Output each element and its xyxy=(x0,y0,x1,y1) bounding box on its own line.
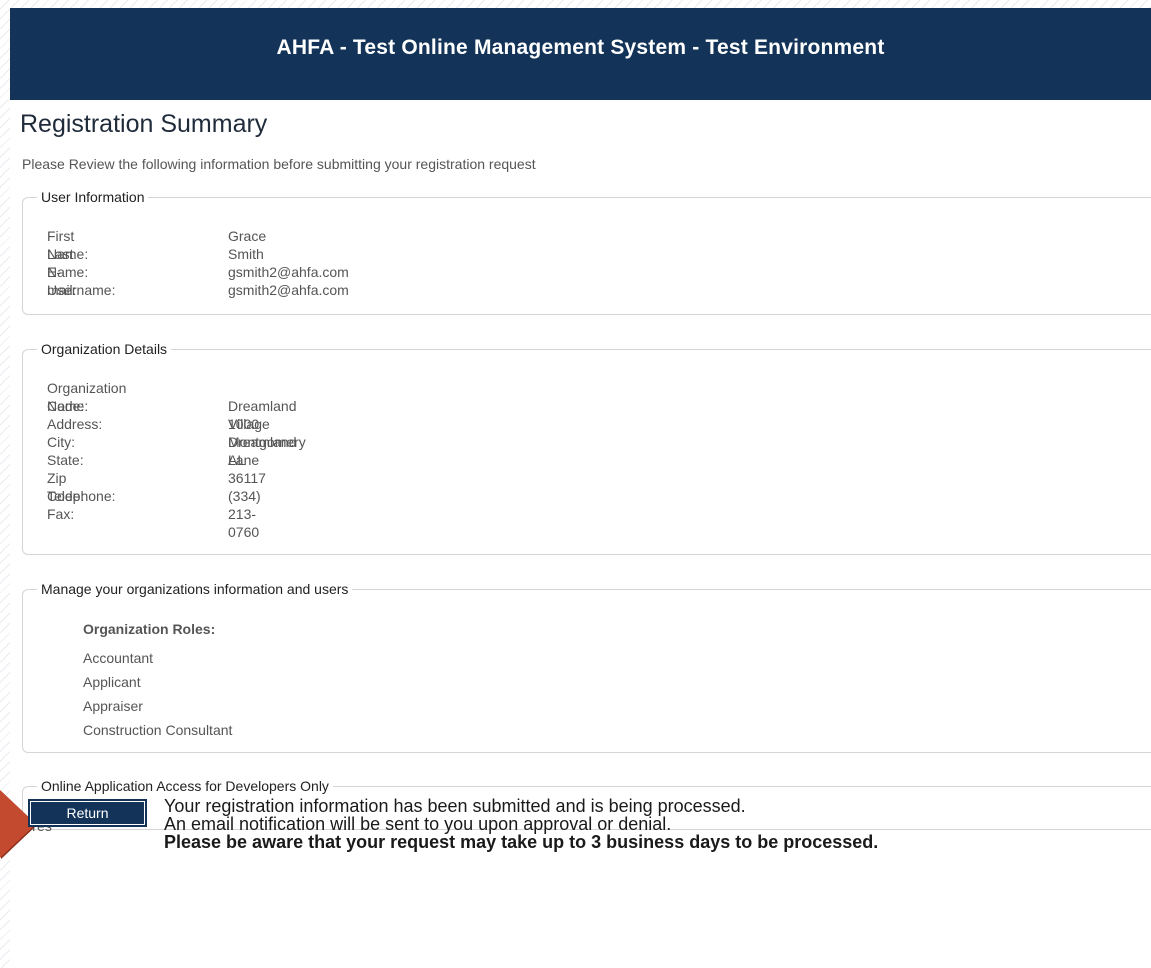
role-item: Accountant xyxy=(83,650,154,666)
role-item: Construction Consultant xyxy=(83,722,233,738)
username-value: gsmith2@ahfa.com xyxy=(228,282,349,298)
role-item: Applicant xyxy=(83,674,141,690)
developer-access-legend: Online Application Access for Developers… xyxy=(41,778,329,794)
message-line-notification: An email notification will be sent to yo… xyxy=(164,814,672,834)
last-name-value: Smith xyxy=(228,246,264,262)
telephone-value: (334) 213-0760 xyxy=(228,488,261,540)
submission-message: Your registration information has been s… xyxy=(164,797,878,851)
email-value: gsmith2@ahfa.com xyxy=(228,264,349,280)
zip-code-value: 36117 xyxy=(228,470,266,486)
org-name-label: Name: xyxy=(47,398,89,414)
app-header: AHFA - Test Online Management System - T… xyxy=(10,8,1151,100)
city-value: Montgomery xyxy=(228,434,306,450)
intro-text: Please Review the following information … xyxy=(22,156,536,172)
telephone-label: Telephone: xyxy=(47,488,116,504)
return-button[interactable]: Return xyxy=(28,799,147,827)
user-information-legend: User Information xyxy=(41,189,145,205)
state-value: AL xyxy=(228,452,246,468)
message-line-processing-time: Please be aware that your request may ta… xyxy=(164,832,879,852)
organization-details-legend: Organization Details xyxy=(41,341,168,357)
username-label: Username: xyxy=(47,282,116,298)
address-label: Address: xyxy=(47,416,103,432)
fax-label: Fax: xyxy=(47,506,75,522)
role-list: Accountant Applicant Appraiser Construct… xyxy=(83,649,232,745)
organization-details-section: Organization Details Organization Code: … xyxy=(22,341,1151,555)
organization-roles-legend: Manage your organizations information an… xyxy=(41,581,349,597)
message-line-submitted: Your registration information has been s… xyxy=(164,796,746,816)
role-item: Appraiser xyxy=(83,698,143,714)
city-label: City: xyxy=(47,434,75,450)
user-information-section: User Information First Name: Grace Last … xyxy=(22,189,1151,315)
first-name-value: Grace xyxy=(228,228,267,244)
organization-roles-heading: Organization Roles: xyxy=(83,621,216,637)
state-label: State: xyxy=(47,452,84,468)
page-title: Registration Summary xyxy=(20,110,268,138)
app-title: AHFA - Test Online Management System - T… xyxy=(276,36,885,59)
organization-roles-section: Manage your organizations information an… xyxy=(22,581,1151,753)
page: AHFA - Test Online Management System - T… xyxy=(0,0,1151,968)
